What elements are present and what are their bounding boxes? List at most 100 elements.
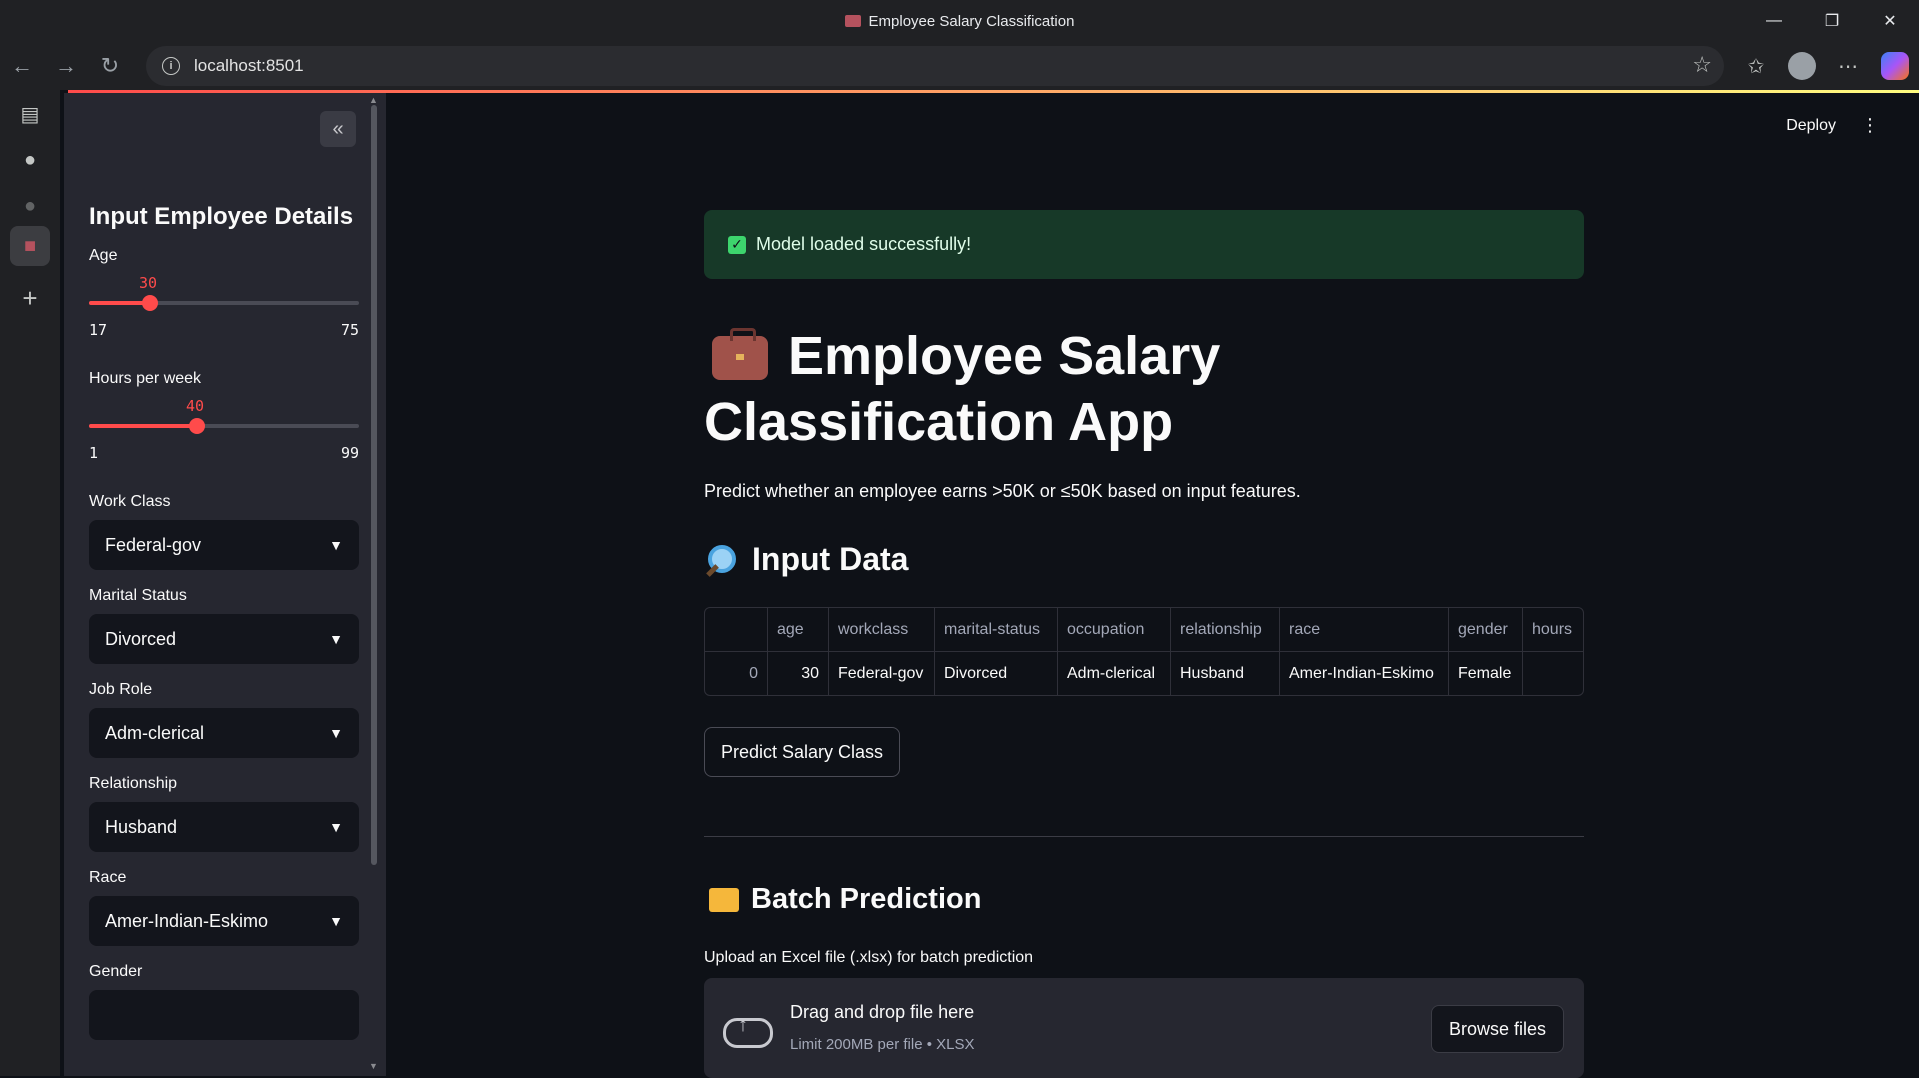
sidebar-scrollbar[interactable]: [371, 105, 377, 865]
copilot-icon[interactable]: [1881, 52, 1909, 80]
collapse-sidebar-button[interactable]: «: [320, 111, 356, 147]
age-slider-track[interactable]: [89, 295, 359, 311]
dropzone-subtitle: Limit 200MB per file • XLSX: [790, 1036, 975, 1053]
reload-icon[interactable]: ↻: [88, 44, 132, 88]
minimize-button[interactable]: —: [1745, 0, 1803, 42]
magnifier-icon: [704, 543, 738, 577]
hours-max: 99: [340, 444, 359, 462]
chevron-down-icon: ▼: [329, 725, 343, 741]
table-header-cell[interactable]: workclass: [829, 608, 935, 652]
divider: [704, 836, 1584, 837]
jobrole-value: Adm-clerical: [105, 722, 205, 743]
table-cell[interactable]: Federal-gov: [829, 652, 935, 695]
relationship-select[interactable]: Husband ▼: [89, 802, 359, 852]
table-cell[interactable]: [1523, 652, 1583, 695]
url-text[interactable]: localhost:8501: [194, 56, 304, 76]
dropzone-title: Drag and drop file here: [790, 1002, 975, 1022]
age-slider-thumb[interactable]: [142, 295, 158, 311]
table-row[interactable]: 0 30 Federal-gov Divorced Adm-clerical H…: [705, 652, 1583, 695]
jobrole-select[interactable]: Adm-clerical ▼: [89, 708, 359, 758]
age-slider[interactable]: Age 30 17 75: [89, 247, 359, 339]
scroll-down-arrow-icon[interactable]: ▼: [369, 1061, 378, 1071]
chevron-down-icon: ▼: [329, 631, 343, 647]
window-controls: — ❐ ✕: [1745, 0, 1919, 42]
main-menu-icon[interactable]: ⋮: [1861, 115, 1879, 136]
batch-prediction-heading: Batch Prediction: [704, 883, 1584, 916]
relationship-label: Relationship: [89, 775, 178, 792]
table-cell[interactable]: Female: [1449, 652, 1523, 695]
race-label: Race: [89, 869, 127, 886]
table-header-cell[interactable]: race: [1280, 608, 1449, 652]
more-menu-icon[interactable]: ⋯: [1825, 54, 1871, 79]
tab-actions-icon[interactable]: ▤: [10, 94, 50, 134]
browser-sidebar: ▤ ● ● ■ +: [0, 90, 60, 1076]
jobrole-label: Job Role: [89, 681, 153, 698]
input-data-heading-text: Input Data: [752, 541, 909, 577]
file-dropzone[interactable]: Drag and drop file here Limit 200MB per …: [704, 978, 1584, 1078]
chevron-down-icon: ▼: [329, 913, 343, 929]
table-cell[interactable]: Husband: [1171, 652, 1280, 695]
table-cell[interactable]: Divorced: [935, 652, 1058, 695]
table-cell[interactable]: 30: [768, 652, 829, 695]
briefcase-icon: [844, 15, 861, 27]
marital-group: Marital Status Divorced ▼: [89, 587, 359, 664]
marital-label: Marital Status: [89, 587, 187, 604]
window-title: Employee Salary Classification: [844, 12, 1075, 30]
table-header-cell[interactable]: occupation: [1058, 608, 1171, 652]
sidebar-header: Input Employee Details: [89, 203, 354, 230]
predict-button[interactable]: Predict Salary Class: [704, 727, 900, 777]
race-select[interactable]: Amer-Indian-Eskimo ▼: [89, 896, 359, 946]
favorites-icon[interactable]: ✩: [1733, 54, 1779, 79]
close-button[interactable]: ✕: [1861, 0, 1919, 42]
table-header-cell[interactable]: hours: [1523, 608, 1583, 652]
table-cell[interactable]: Amer-Indian-Eskimo: [1280, 652, 1449, 695]
table-header-cell[interactable]: gender: [1449, 608, 1523, 652]
hours-slider-fill: [89, 424, 197, 428]
input-data-table[interactable]: age workclass marital-status occupation …: [704, 607, 1584, 696]
deploy-button[interactable]: Deploy: [1786, 117, 1836, 135]
site-info-icon[interactable]: i: [162, 57, 180, 75]
back-icon[interactable]: ←: [0, 44, 44, 88]
address-bar[interactable]: i localhost:8501 ☆: [146, 46, 1724, 86]
gender-label: Gender: [89, 963, 143, 980]
github-tab-icon[interactable]: ●: [10, 186, 50, 226]
cloud-upload-icon: [723, 1010, 773, 1048]
hours-slider[interactable]: Hours per week 40 1 99: [89, 370, 359, 462]
gender-group: Gender: [89, 963, 359, 1040]
window-title-text: Employee Salary Classification: [868, 12, 1075, 30]
folder-icon: [709, 887, 739, 912]
browse-files-button[interactable]: Browse files: [1431, 1005, 1564, 1053]
chevron-down-icon: ▼: [329, 819, 343, 835]
hours-slider-thumb[interactable]: [189, 418, 205, 434]
workclass-label: Work Class: [89, 493, 171, 510]
restore-button[interactable]: ❐: [1803, 0, 1861, 42]
workclass-select[interactable]: Federal-gov ▼: [89, 520, 359, 570]
table-header-cell[interactable]: relationship: [1171, 608, 1280, 652]
briefcase-icon: [712, 328, 768, 380]
forward-icon[interactable]: →: [44, 44, 88, 88]
hours-slider-track[interactable]: [89, 418, 359, 434]
chevron-down-icon: ▼: [329, 537, 343, 553]
gender-select[interactable]: [89, 990, 359, 1040]
app-tab-icon[interactable]: ■: [10, 226, 50, 266]
page-title: Employee Salary Classification App: [704, 323, 1584, 455]
hours-min: 1: [89, 444, 99, 462]
input-data-heading: Input Data: [704, 541, 1584, 578]
relationship-group: Relationship Husband ▼: [89, 775, 359, 852]
table-header-cell[interactable]: age: [768, 608, 829, 652]
github-icon[interactable]: ●: [10, 140, 50, 180]
race-value: Amer-Indian-Eskimo: [105, 910, 269, 931]
profile-avatar[interactable]: [1788, 52, 1816, 80]
table-header-cell[interactable]: marital-status: [935, 608, 1058, 652]
browser-toolbar: ← → ↻ i localhost:8501 ☆ ✩ ⋯: [0, 42, 1919, 90]
app-sidebar: « ▲ ▼ Input Employee Details Age 30 17 7…: [64, 93, 386, 1076]
hours-value: 40: [186, 397, 205, 415]
success-message: Model loaded successfully!: [756, 234, 972, 254]
favorite-star-icon[interactable]: ☆: [1692, 52, 1712, 78]
window-titlebar: Employee Salary Classification — ❐ ✕: [0, 0, 1919, 42]
table-cell[interactable]: Adm-clerical: [1058, 652, 1171, 695]
marital-select[interactable]: Divorced ▼: [89, 614, 359, 664]
new-tab-plus-icon[interactable]: +: [10, 278, 50, 318]
scroll-up-arrow-icon[interactable]: ▲: [369, 95, 378, 105]
sidebar-content: Input Employee Details Age 30 17 75 Hour…: [89, 203, 359, 1040]
